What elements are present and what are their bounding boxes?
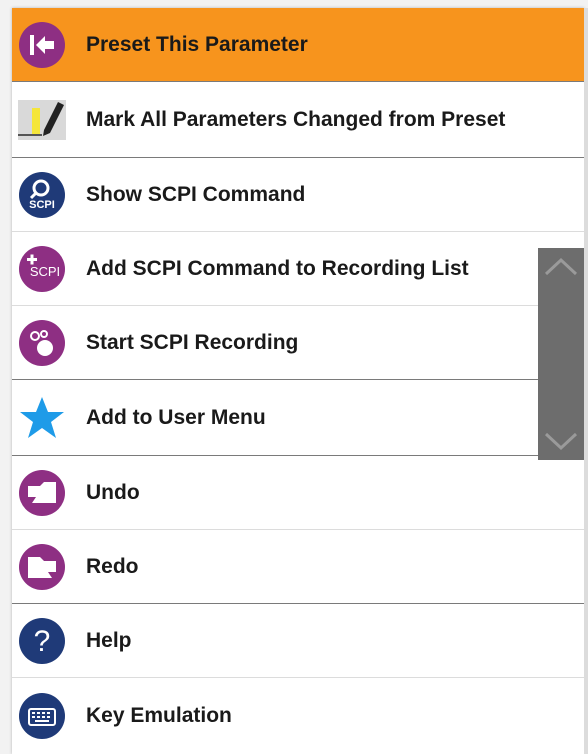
menu-item-label: Show SCPI Command <box>86 182 306 206</box>
menu-item-label: Start SCPI Recording <box>86 330 299 354</box>
menu-item-preset-parameter[interactable]: Preset This Parameter <box>12 8 584 82</box>
show-scpi-icon: SCPI <box>18 171 66 219</box>
add-scpi-icon: SCPI <box>18 245 66 293</box>
menu-item-help[interactable]: ? Help <box>12 604 584 678</box>
redo-icon <box>18 543 66 591</box>
menu-item-redo[interactable]: Redo <box>12 530 584 604</box>
scrollbar[interactable] <box>538 248 584 460</box>
menu-item-key-emulation[interactable]: Key Emulation <box>12 678 584 754</box>
scroll-up-chevron-icon[interactable] <box>538 248 584 288</box>
svg-text:?: ? <box>34 625 51 658</box>
scroll-down-chevron-icon[interactable] <box>538 420 584 460</box>
menu-item-label: Help <box>86 628 132 652</box>
menu-item-label: Mark All Parameters Changed from Preset <box>86 107 506 131</box>
svg-text:SCPI: SCPI <box>29 199 55 211</box>
keyboard-icon <box>18 692 66 740</box>
svg-text:SCPI: SCPI <box>30 264 60 279</box>
menu-item-add-user-menu[interactable]: Add to User Menu <box>12 380 584 456</box>
help-icon: ? <box>18 617 66 665</box>
menu-item-undo[interactable]: Undo <box>12 456 584 530</box>
pencil-mark-icon <box>18 96 66 144</box>
star-icon <box>18 394 66 442</box>
context-menu: Preset This Parameter Mark All Parameter… <box>12 8 584 754</box>
recording-icon <box>18 319 66 367</box>
menu-item-label: Key Emulation <box>86 704 232 727</box>
menu-item-label: Add SCPI Command to Recording List <box>86 256 469 280</box>
menu-item-add-scpi-recording[interactable]: SCPI Add SCPI Command to Recording List <box>12 232 584 306</box>
menu-item-show-scpi[interactable]: SCPI Show SCPI Command <box>12 158 584 232</box>
menu-item-label: Preset This Parameter <box>86 32 308 56</box>
menu-item-start-scpi-recording[interactable]: Start SCPI Recording <box>12 306 584 380</box>
menu-item-label: Add to User Menu <box>86 405 266 429</box>
menu-item-mark-changed[interactable]: Mark All Parameters Changed from Preset <box>12 82 584 158</box>
window-edge <box>584 8 588 754</box>
undo-icon <box>18 469 66 517</box>
menu-item-label: Undo <box>86 480 140 504</box>
menu-item-label: Redo <box>86 554 139 578</box>
preset-arrow-icon <box>18 21 66 69</box>
